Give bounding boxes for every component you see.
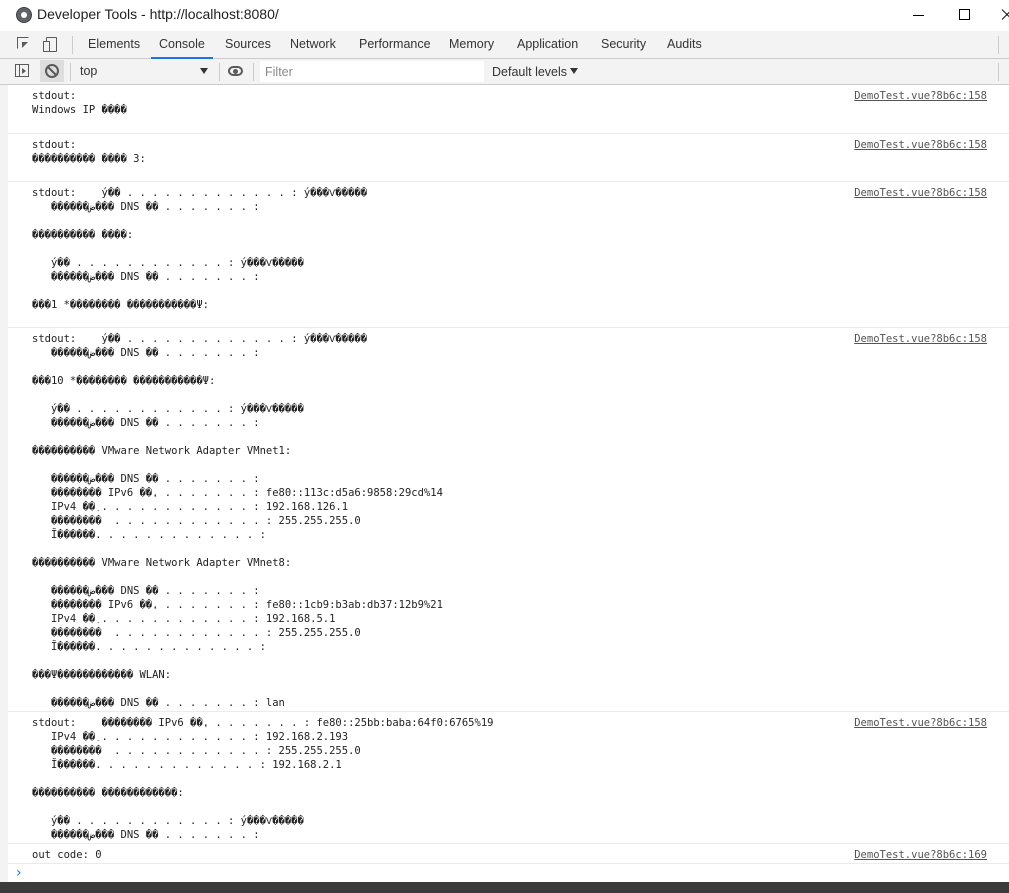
panel-tabbar: Elements Console Sources Network Perform… xyxy=(0,31,1009,59)
source-link[interactable]: DemoTest.vue?8b6c:158 xyxy=(854,89,987,103)
clear-console-button[interactable] xyxy=(40,60,64,82)
message-text: out code: 0 xyxy=(32,848,102,862)
tab-sources[interactable]: Sources xyxy=(225,31,271,58)
log-levels-dropdown[interactable]: Default levels xyxy=(492,62,578,82)
source-link[interactable]: DemoTest.vue?8b6c:158 xyxy=(854,716,987,730)
log-levels-label: Default levels xyxy=(492,65,567,79)
message-text: stdout: ���������� ���� 3: xyxy=(32,138,146,166)
tab-elements[interactable]: Elements xyxy=(88,31,140,58)
message-text: stdout: �������� IPv6 ��ַ. . . . . . . .… xyxy=(32,716,493,842)
inspect-element-icon[interactable] xyxy=(16,36,32,52)
dropdown-arrow-icon xyxy=(200,68,208,74)
console-message: stdout: Windows IP ���� DemoTest.vue?8b6… xyxy=(8,85,1009,133)
tab-security[interactable]: Security xyxy=(601,31,646,58)
toolbar-divider xyxy=(253,63,254,81)
devtools-app-icon xyxy=(16,7,32,23)
window-titlebar: Developer Tools - http://localhost:8080/ xyxy=(0,0,1009,30)
console-message: out code: 0 DemoTest.vue?8b6c:169 xyxy=(8,843,1009,863)
message-text: stdout: ý��׺ . . . . . . . . . . . . . :… xyxy=(32,186,367,312)
console-toolbar: top Default levels xyxy=(0,59,1009,85)
toolbar-divider xyxy=(998,36,999,54)
toolbar-divider xyxy=(219,63,220,81)
source-link[interactable]: DemoTest.vue?8b6c:169 xyxy=(854,848,987,862)
console-message: stdout: ���������� ���� 3: DemoTest.vue?… xyxy=(8,133,1009,181)
console-messages: stdout: Windows IP ���� DemoTest.vue?8b6… xyxy=(0,85,1009,882)
tab-console[interactable]: Console xyxy=(159,31,205,58)
console-message: stdout: ý��׺ . . . . . . . . . . . . . :… xyxy=(8,181,1009,327)
dropdown-arrow-icon xyxy=(570,68,578,74)
message-text: stdout: ý��׺ . . . . . . . . . . . . . :… xyxy=(32,332,443,710)
window-bottom-edge xyxy=(0,882,1009,893)
console-message: stdout: �������� IPv6 ��ַ. . . . . . . .… xyxy=(8,711,1009,843)
toolbar-divider xyxy=(998,63,999,81)
show-sidebar-icon[interactable] xyxy=(15,64,29,77)
close-icon[interactable] xyxy=(996,4,1009,26)
tab-audits[interactable]: Audits xyxy=(667,31,702,58)
context-value: top xyxy=(80,61,97,81)
window-title: Developer Tools - http://localhost:8080/ xyxy=(37,6,279,22)
filter-input[interactable] xyxy=(260,61,484,82)
block-icon xyxy=(45,64,59,78)
context-selector[interactable]: top xyxy=(76,61,214,81)
message-text: stdout: Windows IP ���� xyxy=(32,89,127,117)
toolbar-divider xyxy=(70,63,71,81)
console-message: stdout: ý��׺ . . . . . . . . . . . . . :… xyxy=(8,327,1009,711)
minimize-icon[interactable] xyxy=(906,4,930,26)
tab-memory[interactable]: Memory xyxy=(449,31,494,58)
tab-performance[interactable]: Performance xyxy=(359,31,431,58)
console-prompt[interactable]: › xyxy=(8,863,1009,882)
eye-icon[interactable] xyxy=(228,66,243,76)
toolbar-divider xyxy=(72,36,73,54)
maximize-icon[interactable] xyxy=(952,4,976,26)
source-link[interactable]: DemoTest.vue?8b6c:158 xyxy=(854,332,987,346)
source-link[interactable]: DemoTest.vue?8b6c:158 xyxy=(854,138,987,152)
tab-application[interactable]: Application xyxy=(517,31,578,58)
device-toolbar-icon[interactable] xyxy=(43,36,59,52)
source-link[interactable]: DemoTest.vue?8b6c:158 xyxy=(854,186,987,200)
prompt-chevron-icon: › xyxy=(16,864,22,882)
tab-network[interactable]: Network xyxy=(290,31,336,58)
